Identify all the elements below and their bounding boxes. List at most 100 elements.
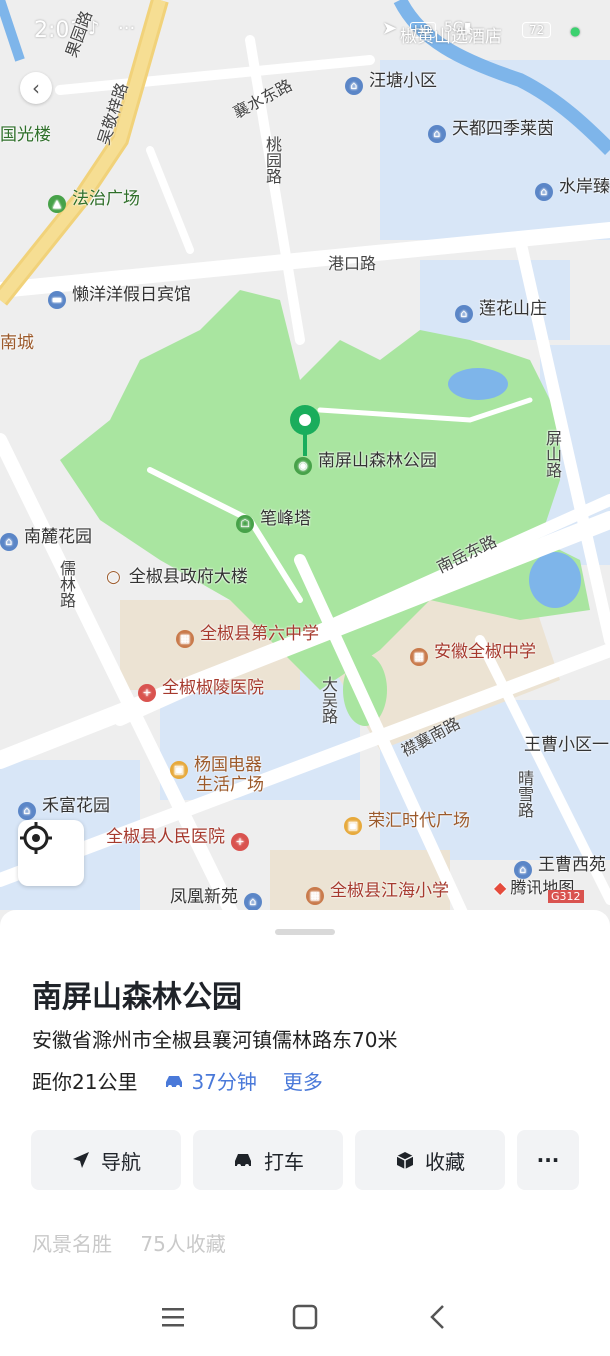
poi-label[interactable]: ▲ 法治广场: [48, 184, 140, 213]
road-label: 桃园路: [263, 136, 282, 184]
taxi-label: 打车: [264, 1149, 304, 1174]
system-nav-bar: [0, 1290, 610, 1350]
map-view[interactable]: 2:01 ♪ ··· ➤ HD 5G▮ 72 ● ‹ 果园路 吴敬梓路 襄水东路…: [0, 0, 610, 930]
taxi-button[interactable]: 打车: [193, 1130, 343, 1190]
poi-label[interactable]: ▦ 安徽全椒中学: [410, 637, 536, 666]
poi-label-line2: 生活广场: [196, 775, 264, 795]
box-icon: [396, 1152, 414, 1169]
poi-name: 安徽全椒中学: [434, 642, 536, 662]
poi-label[interactable]: 国光楼: [0, 120, 51, 145]
poi-name: 法治广场: [72, 189, 140, 209]
hospital-icon: +: [231, 833, 249, 851]
location-arrow-icon: ➤: [382, 18, 398, 39]
favorite-button[interactable]: 收藏: [355, 1130, 505, 1190]
poi-label[interactable]: ⌂ 南麓花园: [0, 522, 92, 551]
road-label: 屏山路: [543, 430, 562, 478]
place-title: 南屏山森林公园: [32, 980, 242, 1015]
back-nav-icon[interactable]: [430, 1305, 444, 1329]
school-icon: ▦: [176, 630, 194, 648]
drive-time-value: 37分钟: [191, 1070, 257, 1094]
poi-label[interactable]: + 全椒椒陵医院: [138, 673, 264, 702]
poi-label[interactable]: ◉ 南屏山森林公园: [294, 446, 437, 475]
locate-me-button[interactable]: [18, 820, 84, 886]
home-icon: ⌂: [428, 125, 446, 143]
poi-name: 全椒县第六中学: [200, 624, 319, 644]
road-label: 港口路: [328, 254, 377, 273]
poi-label[interactable]: 南城: [0, 328, 34, 353]
tencent-map-logo-icon: ◆: [494, 878, 507, 897]
place-address: 安徽省滁州市全椒县襄河镇儒林路东70米: [32, 1028, 398, 1052]
navigation-arrow-icon: [73, 1152, 89, 1168]
park-icon: ◉: [294, 457, 312, 475]
home-icon: ⌂: [244, 893, 262, 911]
poi-name: 天都四季莱茵: [452, 119, 554, 139]
poi-name: 南屏山森林公园: [318, 451, 437, 471]
more-link[interactable]: 更多: [283, 1066, 323, 1095]
battery-icon: 72: [522, 22, 552, 38]
distance-text: 距你21公里: [32, 1070, 138, 1094]
poi-label[interactable]: 椒黄山选酒店: [400, 22, 502, 47]
crosshair-icon: [20, 822, 52, 854]
home-button-icon[interactable]: [292, 1304, 318, 1330]
poi-label[interactable]: ⌂ 天都四季莱茵: [428, 114, 554, 143]
poi-label[interactable]: ⌂ 汪塘小区: [345, 66, 437, 95]
poi-name: 荣汇时代广场: [368, 811, 470, 831]
home-icon: ⌂: [345, 77, 363, 95]
road-label: 大吴路: [319, 676, 338, 724]
category-text: 风景名胜: [32, 1232, 112, 1256]
poi-name: 莲花山庄: [479, 299, 547, 319]
poi-label[interactable]: ▦ 全椒县第六中学: [176, 619, 319, 648]
poi-label[interactable]: ⌂ 禾富花园: [18, 791, 110, 820]
poi-label[interactable]: 王曹小区一: [524, 730, 609, 755]
poi-label[interactable]: ☖ 笔峰塔: [236, 504, 311, 533]
poi-name: 懒洋洋假日宾馆: [72, 285, 191, 305]
poi-name: 全椒县江海小学: [330, 881, 449, 901]
poi-label[interactable]: ⌂ 水岸臻: [535, 172, 610, 201]
place-footer: 风景名胜 75人收藏: [32, 1228, 226, 1257]
poi-name: 凤凰新苑: [170, 887, 238, 907]
school-icon: ▦: [306, 887, 324, 905]
nav-icons: [162, 1304, 444, 1330]
favorites-count: 75人收藏: [140, 1232, 226, 1256]
menu-icon[interactable]: [162, 1308, 184, 1327]
poi-name: 全椒县政府大楼: [128, 567, 248, 587]
navigate-button[interactable]: 导航: [31, 1130, 181, 1190]
poi-label[interactable]: ▣ 荣汇时代广场: [344, 806, 470, 835]
car-icon: [166, 1075, 183, 1089]
status-bar: 2:01 ♪ ··· ➤ HD 5G▮ 72 ●: [0, 0, 610, 64]
more-actions-button[interactable]: ···: [517, 1130, 579, 1190]
poi-name: 全椒县人民医院: [106, 827, 225, 847]
home-icon: ⌂: [535, 183, 553, 201]
drive-time[interactable]: 37分钟: [163, 1066, 257, 1095]
back-button[interactable]: ‹: [20, 72, 52, 104]
hospital-icon: +: [138, 684, 156, 702]
poi-name: 水岸臻: [559, 177, 610, 197]
poi-name: 全椒椒陵医院: [162, 678, 264, 698]
school-icon: ▦: [410, 648, 428, 666]
poi-name: 王曹西苑: [538, 855, 606, 875]
poi-label[interactable]: 凤凰新苑 ⌂: [170, 882, 268, 911]
poi-name: 笔峰塔: [260, 509, 311, 529]
poi-label[interactable]: ⌂ 莲花山庄: [455, 294, 547, 323]
taxi-icon: [235, 1154, 251, 1168]
shopping-bag-icon: ▣: [170, 761, 188, 779]
favorite-label: 收藏: [425, 1149, 465, 1174]
poi-label[interactable]: ▬ 懒洋洋假日宾馆: [48, 280, 191, 309]
tree-icon: ▲: [48, 195, 66, 213]
dot-icon: ○: [106, 567, 121, 587]
poi-label[interactable]: 全椒县人民医院 +: [106, 822, 255, 851]
chevron-left-icon: ‹: [32, 76, 40, 100]
home-icon: ⌂: [18, 802, 36, 820]
battery-level: 72: [529, 23, 545, 37]
action-bar: 导航 打车 收藏 ···: [31, 1130, 579, 1190]
poi-label[interactable]: ○ 全椒县政府大楼: [106, 562, 248, 587]
road-label: 晴雪路: [515, 770, 534, 818]
hotel-icon: ▬: [48, 291, 66, 309]
poi-name: 汪塘小区: [369, 71, 437, 91]
more-status-icon: ···: [118, 18, 136, 39]
navigate-label: 导航: [101, 1149, 141, 1174]
active-dot-icon: ●: [570, 24, 581, 38]
sheet-drag-handle[interactable]: [275, 929, 335, 935]
poi-label[interactable]: ▦ 全椒县江海小学: [306, 876, 449, 905]
highway-shield: G312: [548, 890, 584, 903]
